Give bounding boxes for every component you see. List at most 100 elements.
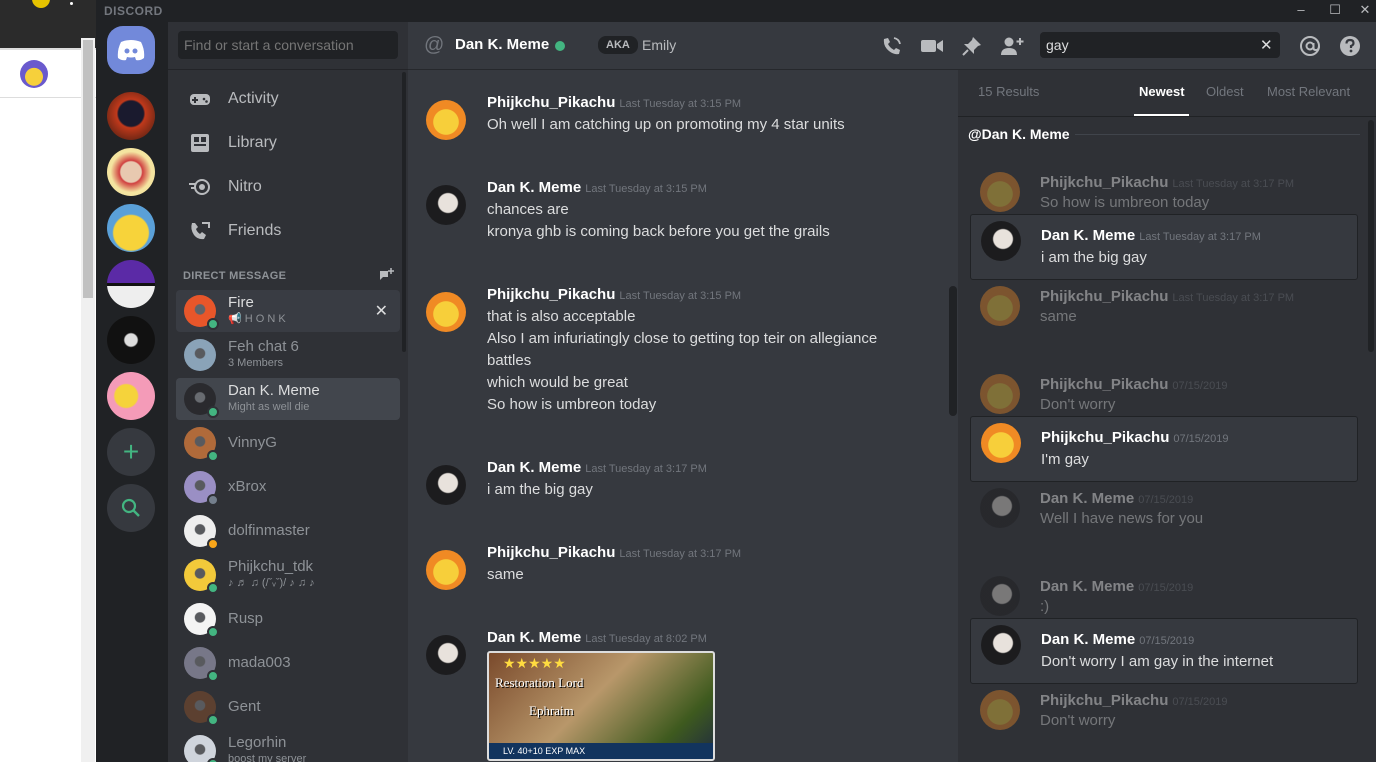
- image-attachment[interactable]: ★★★★★ Restoration Lord Ephraim LV. 40+10 EX…: [487, 651, 715, 761]
- dm-text: VinnyG: [228, 435, 277, 451]
- status-indicator: [207, 406, 219, 418]
- help-button[interactable]: [1338, 34, 1362, 58]
- explore-servers-button[interactable]: [107, 484, 155, 532]
- dm-item[interactable]: Dan K. Meme Might as well die: [176, 378, 400, 420]
- tab-oldest[interactable]: Oldest: [1206, 84, 1244, 99]
- results-scrollbar[interactable]: [1368, 120, 1374, 352]
- avatar[interactable]: [426, 465, 466, 505]
- status-indicator: [207, 494, 219, 506]
- results-count: 15 Results: [978, 84, 1040, 99]
- dm-item[interactable]: Phijkchu_tdk ♪ ♬ ♫ (/ˇᵥˇ)/ ♪ ♫ ♪: [176, 554, 400, 596]
- avatar[interactable]: [426, 550, 466, 590]
- discord-logo-icon: [117, 40, 145, 61]
- home-button[interactable]: [107, 26, 155, 74]
- message-username[interactable]: Phijkchu_Pikachu: [487, 544, 615, 561]
- result-username: Phijkchu_Pikachu: [1040, 376, 1169, 393]
- mentions-button[interactable]: [1298, 34, 1322, 58]
- search-result[interactable]: Dan K. Meme Last Tuesday at 3:17 PM i am t…: [970, 214, 1358, 280]
- dm-search-input[interactable]: [178, 31, 398, 59]
- close-dm-icon[interactable]: ✕: [375, 301, 388, 321]
- message-line: chances are: [487, 201, 569, 218]
- voice-call-button[interactable]: [880, 34, 904, 58]
- message-username[interactable]: Dan K. Meme: [487, 179, 581, 196]
- result-timestamp: Last Tuesday at 3:17 PM: [1172, 178, 1295, 190]
- dm-name: Phijkchu_tdk: [228, 558, 314, 575]
- avatar[interactable]: [426, 100, 466, 140]
- server-avenged[interactable]: [107, 316, 155, 364]
- avatar: [184, 735, 219, 762]
- avatar: [184, 559, 219, 594]
- server-anime[interactable]: [107, 148, 155, 196]
- nav-nitro[interactable]: Nitro: [178, 166, 398, 208]
- add-friends-to-dm-button[interactable]: [1000, 34, 1024, 58]
- dm-item[interactable]: Legorhin boost my server: [176, 730, 400, 762]
- dm-text: xBrox: [228, 479, 266, 495]
- nav-library[interactable]: Library: [178, 122, 398, 164]
- search-result[interactable]: Dan K. Meme 07/15/2019 Don't worry I am ga…: [970, 618, 1358, 684]
- message-username[interactable]: Dan K. Meme: [487, 629, 581, 646]
- avatar[interactable]: [426, 635, 466, 675]
- dm-item[interactable]: Gent: [176, 686, 400, 728]
- message-timestamp: Last Tuesday at 3:15 PM: [619, 98, 742, 110]
- message-header: Dan K. Meme Last Tuesday at 3:17 PM: [487, 459, 707, 476]
- dm-item[interactable]: VinnyG: [176, 422, 400, 464]
- dm-item[interactable]: mada003: [176, 642, 400, 684]
- external-pikachu-icon[interactable]: [20, 60, 48, 88]
- message-header: Dan K. Meme Last Tuesday at 3:15 PM: [487, 179, 707, 196]
- status-indicator: [207, 758, 219, 762]
- external-scrollbar-thumb[interactable]: [83, 40, 93, 298]
- dm-item[interactable]: Feh chat 6 3 Members: [176, 334, 400, 376]
- message-search-input[interactable]: [1040, 32, 1280, 58]
- message-line: So how is umbreon today: [487, 396, 657, 413]
- status-indicator: [207, 318, 219, 330]
- dm-item[interactable]: xBrox: [176, 466, 400, 508]
- dm-name: VinnyG: [228, 434, 277, 451]
- nav-friends[interactable]: Friends: [178, 210, 398, 252]
- maximize-button[interactable]: ☐: [1318, 0, 1352, 22]
- new-dm-icon[interactable]: [378, 268, 394, 284]
- embed-stats-bar: LV. 40+10 EXP MAX: [489, 743, 713, 759]
- result-username: Phijkchu_Pikachu: [1041, 429, 1170, 446]
- message-scrollbar[interactable]: [949, 286, 957, 416]
- video-call-button[interactable]: [920, 34, 944, 58]
- close-window-button[interactable]: ✕: [1348, 0, 1376, 22]
- server-pink[interactable]: [107, 372, 155, 420]
- avatar: [980, 286, 1020, 326]
- minimize-button[interactable]: –: [1284, 0, 1318, 22]
- tab-most-relevant[interactable]: Most Relevant: [1267, 84, 1350, 99]
- avatar: [184, 471, 219, 506]
- gamepad-icon: [188, 87, 212, 111]
- server-pikachu[interactable]: [107, 204, 155, 252]
- avatar: [980, 374, 1020, 414]
- avatar[interactable]: [426, 185, 466, 225]
- dm-item[interactable]: dolfinmaster: [176, 510, 400, 552]
- result-username: Dan K. Meme: [1040, 490, 1135, 507]
- dm-scrollbar[interactable]: [402, 72, 406, 352]
- search-result[interactable]: Phijkchu_Pikachu 07/15/2019 I'm gay: [970, 416, 1358, 482]
- message-username[interactable]: Phijkchu_Pikachu: [487, 286, 615, 303]
- result-text: Don't worry: [1040, 712, 1116, 729]
- clear-search-icon[interactable]: ✕: [1260, 36, 1273, 54]
- add-server-button[interactable]: +: [107, 428, 155, 476]
- result-header: Dan K. Meme 07/15/2019: [1041, 631, 1194, 648]
- dm-item[interactable]: Rusp: [176, 598, 400, 640]
- message-timestamp: Last Tuesday at 3:17 PM: [619, 548, 742, 560]
- message-username[interactable]: Dan K. Meme: [487, 459, 581, 476]
- result-timestamp: 07/15/2019: [1173, 433, 1229, 445]
- nav-activity[interactable]: Activity: [178, 78, 398, 120]
- avatar[interactable]: [426, 292, 466, 332]
- result-header: Phijkchu_Pikachu Last Tuesday at 3:17 PM: [1040, 288, 1294, 305]
- result-header: Dan K. Meme Last Tuesday at 3:17 PM: [1041, 227, 1261, 244]
- result-timestamp: 07/15/2019: [1138, 582, 1194, 594]
- search-result-context: Phijkchu_Pikachu Last Tuesday at 3:17 PM s…: [970, 284, 1358, 326]
- pinned-messages-button[interactable]: [960, 34, 984, 58]
- server-pokeball[interactable]: [107, 260, 155, 308]
- at-icon: @: [424, 34, 445, 56]
- dm-text: Rusp: [228, 611, 263, 627]
- dm-item[interactable]: Fire 📢 H O N K ✕: [176, 290, 400, 332]
- server-fire[interactable]: [107, 92, 155, 140]
- library-icon: [188, 131, 212, 155]
- tab-newest[interactable]: Newest: [1139, 84, 1185, 99]
- dm-text: Legorhin boost my server: [228, 735, 306, 762]
- message-username[interactable]: Phijkchu_Pikachu: [487, 94, 615, 111]
